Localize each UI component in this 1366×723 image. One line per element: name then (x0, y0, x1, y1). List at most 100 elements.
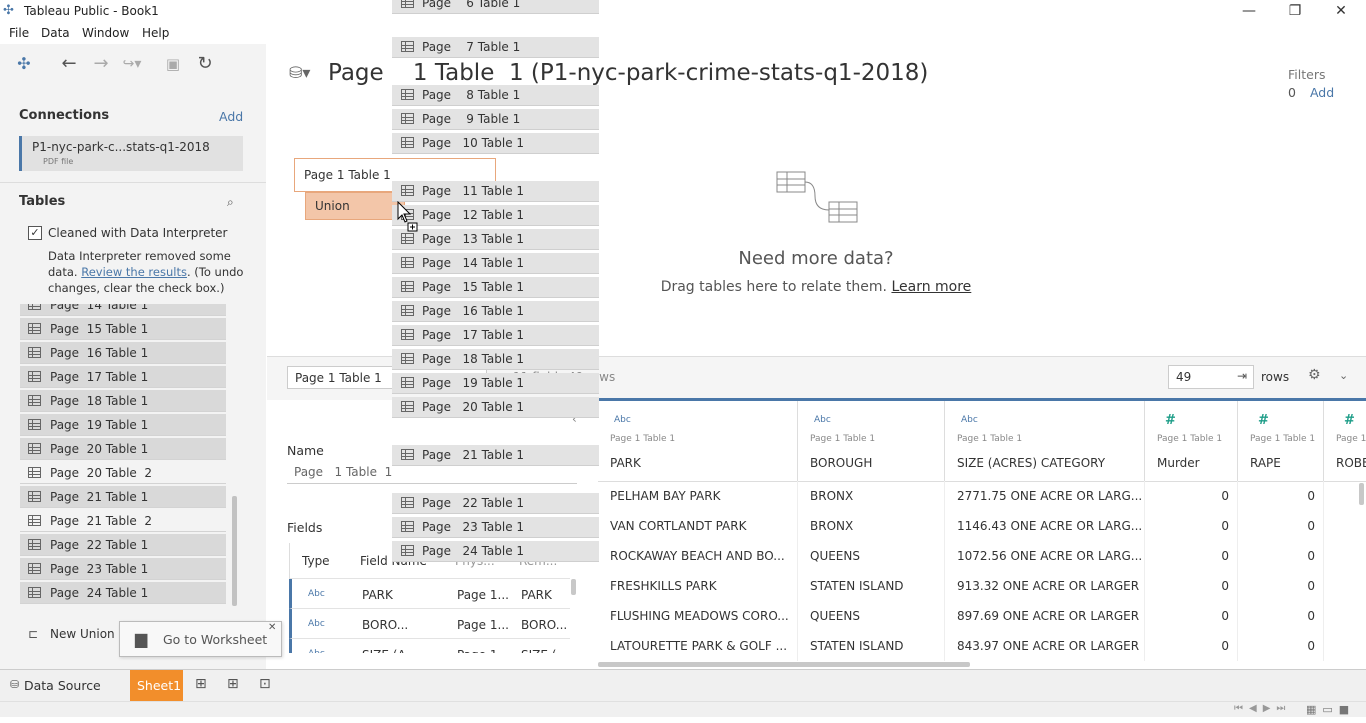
new-dashboard-icon[interactable]: ⊞ (227, 676, 239, 692)
page-navigation-icons[interactable]: ⏮◀▶⏭ (1234, 703, 1291, 714)
new-union-button[interactable]: New Union (50, 627, 115, 641)
column-header[interactable]: # Page 1 Table 1 Murder (1145, 401, 1238, 481)
dragged-table-label: Page 17 Table 1 (422, 328, 525, 342)
table-list-item[interactable]: Page 21 Table 1 (20, 486, 226, 508)
review-results-link[interactable]: Review the results (81, 265, 187, 279)
table-cell: ROCKAWAY BEACH AND BO... (598, 541, 798, 571)
tableau-home-icon[interactable]: ✣ (12, 52, 36, 76)
table-list-item[interactable]: Page 21 Table 2 (20, 510, 226, 532)
dragged-table-item[interactable]: Page 14 Table 1 (392, 253, 599, 274)
filters-add-link[interactable]: Add (1310, 85, 1334, 100)
rows-input[interactable]: 49 ⇥ (1168, 365, 1254, 389)
table-list-item[interactable]: Page 20 Table 1 (20, 438, 226, 460)
search-tables-icon[interactable]: ⌕ (227, 195, 234, 210)
menu-file[interactable]: File (9, 26, 29, 40)
string-type-icon[interactable]: Abc (614, 415, 631, 425)
table-list-item[interactable]: Page 20 Table 2 (20, 462, 226, 484)
table-list-item[interactable]: Page 17 Table 1 (20, 366, 226, 388)
table-icon (28, 347, 41, 358)
tab-sheet1[interactable]: Sheet1 (130, 670, 183, 701)
view-mode-icons[interactable]: ▦▭■ (1306, 703, 1355, 716)
table-list-item[interactable]: Page 19 Table 1 (20, 414, 226, 436)
number-type-icon[interactable]: # (1258, 413, 1269, 428)
fields-header-cell[interactable]: Type (302, 554, 352, 568)
dragged-table-item[interactable]: Page 19 Table 1 (392, 373, 599, 394)
tooltip-close-icon[interactable]: ✕ (268, 622, 276, 633)
menu-window[interactable]: Window (82, 26, 129, 40)
datasource-icon[interactable]: ⛁▾ (289, 63, 310, 82)
table-list-item[interactable]: Page 23 Table 1 (20, 558, 226, 580)
new-story-icon[interactable]: ⊡ (259, 676, 271, 692)
dragged-table-item[interactable]: Page 15 Table 1 (392, 277, 599, 298)
close-button[interactable]: ✕ (1318, 0, 1364, 23)
minimize-button[interactable]: — (1226, 0, 1272, 23)
table-list-item[interactable]: Page 24 Table 1 (20, 582, 226, 604)
table-list-item[interactable]: Page 18 Table 1 (20, 390, 226, 412)
table-cell: BRONX (798, 511, 945, 541)
refresh-icon[interactable]: ↻ (193, 52, 217, 76)
apply-rows-icon[interactable]: ⇥ (1237, 369, 1247, 383)
table-list-item[interactable]: Page 14 Table 1 (20, 304, 226, 316)
table-cell: VAN CORTLANDT PARK (598, 511, 798, 541)
column-header[interactable]: Abc Page 1 Table 1 PARK (598, 401, 798, 481)
redo-dropdown-icon[interactable]: ↪▾ (120, 52, 144, 76)
dragged-table-label: Page 20 Table 1 (422, 400, 525, 414)
table-list-item[interactable]: Page 16 Table 1 (20, 342, 226, 364)
forward-icon[interactable]: → (89, 52, 113, 76)
menu-data[interactable]: Data (41, 26, 70, 40)
dragged-table-item[interactable]: Page 20 Table 1 (392, 397, 599, 418)
dragged-table-item[interactable]: Page 17 Table 1 (392, 325, 599, 346)
dragged-table-item[interactable]: Page 23 Table 1 (392, 517, 599, 538)
fields-table-scrollbar[interactable] (571, 579, 576, 595)
tables-scrollbar[interactable] (232, 496, 237, 606)
dragged-table-item[interactable]: Page 8 Table 1 (392, 85, 599, 106)
mouse-cursor-icon (397, 201, 418, 232)
table-icon (28, 467, 41, 478)
dragged-table-item[interactable]: Page 12 Table 1 (392, 205, 599, 226)
tab-data-source[interactable]: Data Source (24, 678, 101, 693)
table-cell: STATEN ISLAND (798, 571, 945, 601)
table-list-item[interactable]: Page 22 Table 1 (20, 534, 226, 556)
back-icon[interactable]: ← (57, 52, 81, 76)
dragged-table-item[interactable]: Page 10 Table 1 (392, 133, 599, 154)
dragged-table-item[interactable]: Page 9 Table 1 (392, 109, 599, 130)
dragged-table-item[interactable]: Page 6 Table 1 (392, 0, 599, 14)
dragged-table-item[interactable]: Page 13 Table 1 (392, 229, 599, 250)
column-header[interactable]: Abc Page 1 Table 1 BOROUGH (798, 401, 945, 481)
dragged-table-item[interactable]: Page 18 Table 1 (392, 349, 599, 370)
save-icon[interactable]: ▣ (161, 52, 185, 76)
new-union-icon: ⊏ (28, 627, 39, 641)
column-header[interactable]: # Page 1 Table 1 RAPE (1238, 401, 1324, 481)
grid-horizontal-scrollbar[interactable] (598, 662, 970, 667)
string-type-icon[interactable]: Abc (961, 415, 978, 425)
learn-more-link[interactable]: Learn more (891, 279, 971, 295)
column-header[interactable]: # Page 1 ROBB (1324, 401, 1366, 481)
connection-item[interactable]: P1-nyc-park-c...stats-q1-2018 PDF file (19, 136, 243, 171)
rows-label: rows (1261, 370, 1290, 384)
dragged-table-item[interactable]: Page 22 Table 1 (392, 493, 599, 514)
go-to-worksheet-tooltip[interactable]: ▆ Go to Worksheet ✕ (119, 621, 282, 657)
table-cell: 897.69 ONE ACRE OR LARGER (945, 601, 1145, 631)
dragged-table-item[interactable]: Page 21 Table 1 (392, 445, 599, 466)
fields-table-row[interactable]: Abc BORO... Page 1... BORO... (289, 609, 570, 639)
settings-gear-icon[interactable]: ⚙ (1308, 367, 1321, 383)
interpreter-checkbox[interactable]: ✓ (28, 226, 42, 240)
menu-help[interactable]: Help (142, 26, 169, 40)
number-type-icon[interactable]: # (1165, 413, 1176, 428)
number-type-icon[interactable]: # (1344, 413, 1355, 428)
dragged-table-item[interactable]: Page 24 Table 1 (392, 541, 599, 562)
new-worksheet-icon[interactable]: ⊞ (195, 676, 207, 692)
column-header[interactable]: Abc Page 1 Table 1 SIZE (ACRES) CATEGORY (945, 401, 1145, 481)
expand-chevron-icon[interactable]: ⌄ (1339, 369, 1348, 382)
dragged-table-item[interactable]: Page 16 Table 1 (392, 301, 599, 322)
string-type-icon[interactable]: Abc (814, 415, 831, 425)
dragged-table-item[interactable]: Page 7 Table 1 (392, 37, 599, 58)
maximize-button[interactable]: ❐ (1272, 0, 1318, 23)
table-list-item[interactable]: Page 15 Table 1 (20, 318, 226, 340)
dragged-table-item[interactable]: Page 11 Table 1 (392, 181, 599, 202)
status-bar: ⏮◀▶⏭ ▦▭■ (0, 701, 1366, 717)
add-connection-link[interactable]: Add (219, 109, 243, 124)
union-drop-target[interactable]: Union (305, 192, 405, 220)
grid-vertical-scrollbar[interactable] (1359, 483, 1364, 505)
fields-table-row[interactable]: Abc PARK Page 1... PARK (289, 579, 570, 609)
